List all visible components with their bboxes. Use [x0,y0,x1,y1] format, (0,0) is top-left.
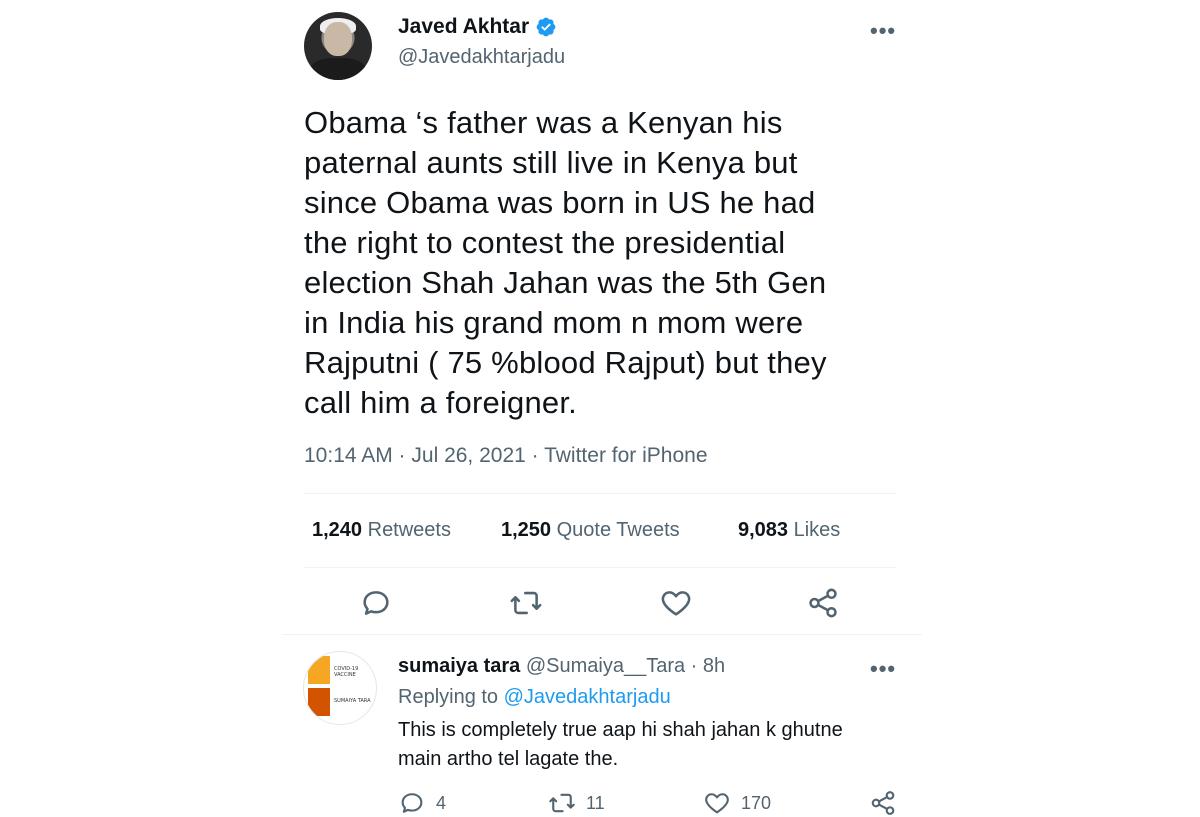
reply-like-icon [705,793,729,814]
quotes-label: Quote Tweets [551,519,680,541]
divider-bottom [282,634,922,635]
avatar-caption-top: COVID-19 VACCINE [334,666,359,678]
like-icon[interactable] [659,586,693,620]
reply-icon[interactable] [359,586,393,620]
avatar-face [324,22,352,56]
author-avatar[interactable] [304,12,372,80]
replying-to: Replying to @Javedakhtarjadu [398,686,671,709]
author-name-row[interactable]: Javed Akhtar [398,15,557,39]
reply-reply-icon [401,793,423,813]
reply-share-action[interactable] [869,789,897,817]
reply-like-action[interactable]: 170 [703,789,771,817]
avatar-block-bottom [308,688,330,716]
reply-share-icon [871,791,895,815]
share-icon[interactable] [806,586,840,620]
reply-retweet-count: 11 [586,792,605,813]
reply-retweet-icon [549,793,575,813]
retweets-label: Retweets [362,519,451,541]
reply-reply-action[interactable]: 4 [398,789,446,817]
reply-text: This is completely true aap hi shah jaha… [398,719,843,770]
reply-more-icon[interactable]: ••• [870,656,896,682]
divider-top [304,493,896,494]
reply-author-handle-time[interactable]: @Sumaiya__Tara · 8h [520,655,725,677]
avatar-shirt [310,58,366,80]
retweets-stat[interactable]: 1,240 Retweets [312,519,451,542]
quote-tweets-stat[interactable]: 1,250 Quote Tweets [501,519,680,542]
retweet-icon[interactable] [509,586,543,620]
likes-stat[interactable]: 9,083 Likes [738,519,840,542]
tweet-timestamp[interactable]: 10:14 AM · Jul 26, 2021 · Twitter for iP… [304,444,708,468]
reply-author-name[interactable]: sumaiya tara [398,655,520,677]
replying-mention-link[interactable]: @Javedakhtarjadu [504,686,671,708]
divider-middle [304,567,896,568]
likes-count: 9,083 [738,519,789,541]
tweet-text: Obama ‘s father was a Kenyan his paterna… [304,105,827,420]
reply-retweet-action[interactable]: 11 [548,789,605,817]
reply-reply-count: 4 [436,792,447,813]
author-name[interactable]: Javed Akhtar [398,15,529,39]
author-handle[interactable]: @Javedakhtarjadu [398,46,565,69]
replying-prefix: Replying to [398,686,504,708]
avatar-block-top [308,656,330,684]
more-icon[interactable]: ••• [870,18,896,44]
quotes-count: 1,250 [501,519,552,541]
retweets-count: 1,240 [312,519,363,541]
likes-label: Likes [788,519,841,541]
reply-header[interactable]: sumaiya tara @Sumaiya__Tara · 8h [398,655,725,678]
verified-badge-icon [536,17,556,37]
avatar-caption-bottom: SUMAIYA TARA [334,698,371,704]
reply-author-avatar[interactable]: COVID-19 VACCINE SUMAIYA TARA [303,651,377,725]
reply-like-count: 170 [741,792,772,813]
